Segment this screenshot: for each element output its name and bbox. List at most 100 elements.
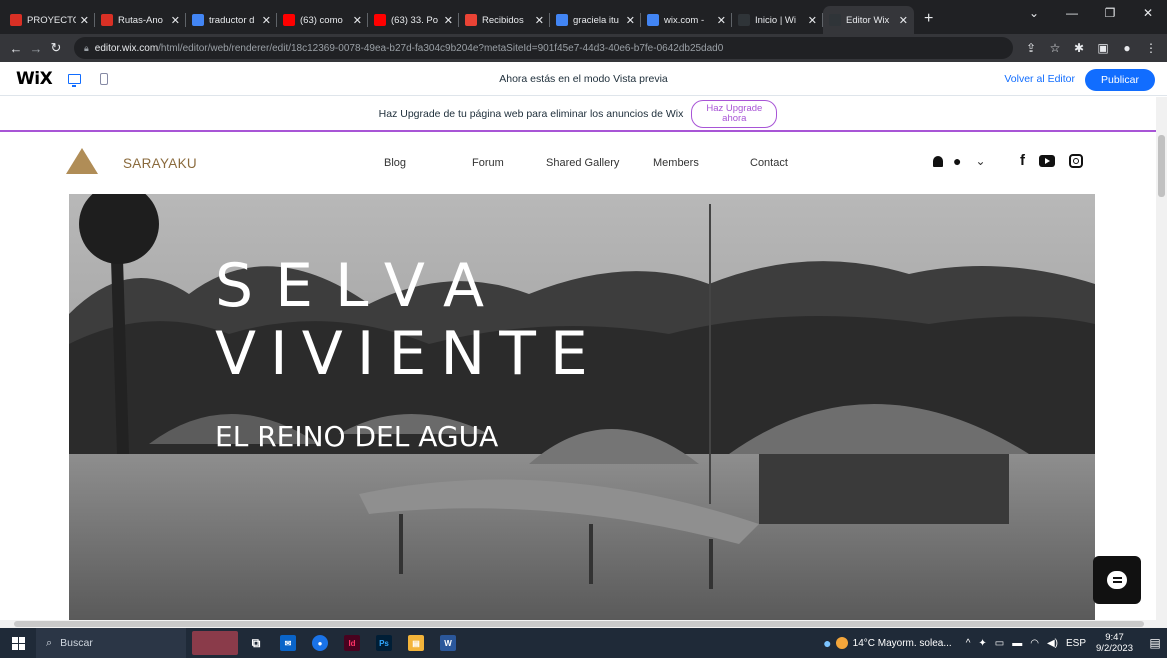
windows-logo-icon	[11, 636, 25, 650]
taskbar-apps: ⧉ ✉ ● Id Ps ▤ W	[192, 631, 462, 655]
browser-tab[interactable]: PROYECTO ✕	[4, 6, 95, 34]
tab-title: (63) como	[300, 14, 343, 26]
nav-contact[interactable]: Contact	[750, 157, 788, 169]
browser-tab[interactable]: Recibidos ✕	[459, 6, 550, 34]
tab-title: graciela itu	[573, 14, 619, 26]
brand-logo-triangle[interactable]	[66, 148, 98, 174]
taskbar-search-label: Buscar	[60, 637, 93, 649]
chat-button[interactable]	[1093, 556, 1141, 604]
tab-close-icon[interactable]: ✕	[80, 14, 89, 27]
profile-icon[interactable]: ●	[1117, 41, 1137, 55]
nav-blog[interactable]: Blog	[384, 157, 406, 169]
youtube-icon[interactable]	[1039, 154, 1055, 167]
taskbar-explorer-icon[interactable]: ▤	[402, 631, 430, 655]
browser-tab[interactable]: (63) 33. Po ✕	[368, 6, 459, 34]
minimize-button[interactable]: —	[1053, 0, 1091, 28]
extensions-icon[interactable]: ✱	[1069, 41, 1089, 55]
taskbar-app-circle-icon[interactable]: ●	[823, 635, 831, 651]
nav-shared-gallery[interactable]: Shared Gallery	[546, 157, 619, 169]
new-tab-button[interactable]: +	[914, 6, 943, 34]
brand-name[interactable]: SARAYAKU	[123, 156, 197, 171]
tab-title: Recibidos	[482, 14, 524, 26]
tab-favicon-icon	[829, 14, 841, 26]
tab-search-icon[interactable]: ⌄	[1015, 0, 1053, 28]
tray-network-icon[interactable]: ▭	[995, 638, 1004, 649]
browser-tab[interactable]: wix.com - ✕	[641, 6, 732, 34]
weather-widget[interactable]: 14°C Mayorm. solea...	[835, 637, 952, 649]
tray-battery-icon[interactable]: ▬	[1012, 638, 1022, 649]
start-button[interactable]	[0, 636, 36, 650]
desktop-icon	[67, 73, 81, 87]
notification-center-icon[interactable]: ▤	[1143, 628, 1167, 658]
address-bar[interactable]: 🔒︎ editor.wix.com /html/editor/web/rende…	[74, 37, 1013, 59]
mobile-view-button[interactable]	[96, 71, 112, 87]
tray-app-icon[interactable]: ✦	[978, 638, 986, 649]
task-view-icon[interactable]: ⧉	[242, 631, 270, 655]
nav-forum[interactable]: Forum	[472, 157, 504, 169]
taskbar-word-icon[interactable]: W	[434, 631, 462, 655]
tab-close-icon[interactable]: ✕	[717, 14, 726, 27]
reload-icon[interactable]: ↻	[46, 40, 66, 56]
back-arrow-icon[interactable]: ←	[6, 41, 26, 56]
tray-wifi-icon[interactable]: ◠	[1030, 638, 1039, 649]
chevron-down-icon[interactable]: ⌄	[975, 154, 985, 168]
browser-tab[interactable]: Inicio | Wi ✕	[732, 6, 823, 34]
horizontal-scroll-thumb[interactable]	[14, 621, 1144, 627]
tab-close-icon[interactable]: ✕	[444, 14, 453, 27]
tab-close-icon[interactable]: ✕	[262, 14, 271, 27]
upgrade-button-line2: ahora	[722, 112, 747, 124]
upgrade-now-button[interactable]: Haz Upgrade ahora	[691, 99, 778, 128]
horizontal-scrollbar[interactable]	[0, 620, 1167, 628]
publish-button[interactable]: Publicar	[1085, 69, 1155, 91]
sidepanel-icon[interactable]: ▣	[1093, 41, 1113, 55]
forward-arrow-icon[interactable]: →	[26, 41, 46, 56]
sun-icon	[835, 637, 848, 649]
url-host: editor.wix.com	[94, 42, 159, 54]
taskbar-indesign-icon[interactable]: Id	[338, 631, 366, 655]
weather-text: 14°C Mayorm. solea...	[852, 637, 952, 649]
tab-close-icon[interactable]: ✕	[535, 14, 544, 27]
vertical-scrollbar[interactable]	[1156, 97, 1167, 620]
back-to-editor-link[interactable]: Volver al Editor	[1004, 73, 1075, 85]
tab-close-icon[interactable]: ✕	[808, 14, 817, 27]
facebook-icon[interactable]: f	[1020, 152, 1025, 169]
taskbar-widget-image[interactable]	[192, 631, 238, 655]
nav-members[interactable]: Members	[653, 157, 699, 169]
tab-close-icon[interactable]: ✕	[626, 14, 635, 27]
taskbar-mail-icon[interactable]: ✉	[274, 631, 302, 655]
language-indicator[interactable]: ESP	[1066, 638, 1086, 649]
instagram-icon[interactable]	[1069, 153, 1083, 168]
site-header: SARAYAKU Blog Forum Shared Gallery Membe…	[0, 134, 1156, 194]
tray-volume-icon[interactable]: ◀)	[1047, 638, 1058, 649]
browser-tab[interactable]: Rutas-Ano ✕	[95, 6, 186, 34]
notification-bell-icon[interactable]	[933, 155, 943, 167]
bookmark-star-icon[interactable]: ☆	[1045, 41, 1065, 55]
tab-title: PROYECTO	[27, 14, 76, 26]
browser-toolbar: ← → ↻ 🔒︎ editor.wix.com /html/editor/web…	[0, 34, 1167, 62]
browser-tab[interactable]: graciela itu ✕	[550, 6, 641, 34]
maximize-button[interactable]: ❐	[1091, 0, 1129, 28]
hero-title-line2: VIVIENTE	[215, 319, 602, 389]
tab-favicon-icon	[192, 14, 204, 26]
taskbar-search[interactable]: ⌕ Buscar	[36, 628, 186, 658]
member-avatar-icon[interactable]: ●	[953, 153, 961, 169]
tab-close-icon[interactable]: ✕	[899, 14, 908, 27]
tab-title: traductor d	[209, 14, 255, 26]
clock[interactable]: 9:47 9/2/2023	[1096, 632, 1133, 654]
tab-close-icon[interactable]: ✕	[171, 14, 180, 27]
browser-tab[interactable]: Editor Wix ✕	[823, 6, 914, 34]
browser-tab[interactable]: traductor d ✕	[186, 6, 277, 34]
tab-close-icon[interactable]: ✕	[353, 14, 362, 27]
browser-menu-icon[interactable]: ⋮	[1141, 41, 1161, 55]
desktop-view-button[interactable]	[66, 71, 82, 87]
taskbar-chrome-icon[interactable]: ●	[306, 631, 334, 655]
close-window-button[interactable]: ✕	[1129, 0, 1167, 28]
browser-tab[interactable]: (63) como ✕	[277, 6, 368, 34]
tray-overflow-icon[interactable]: ^	[966, 638, 971, 649]
share-icon[interactable]: ⇪	[1021, 41, 1041, 55]
tab-list: PROYECTO ✕ Rutas-Ano ✕ traductor d ✕ (63) como…	[4, 0, 914, 34]
vertical-scroll-thumb[interactable]	[1158, 135, 1165, 197]
taskbar-photoshop-icon[interactable]: Ps	[370, 631, 398, 655]
tab-favicon-icon	[647, 14, 659, 26]
tab-favicon-icon	[465, 14, 477, 26]
